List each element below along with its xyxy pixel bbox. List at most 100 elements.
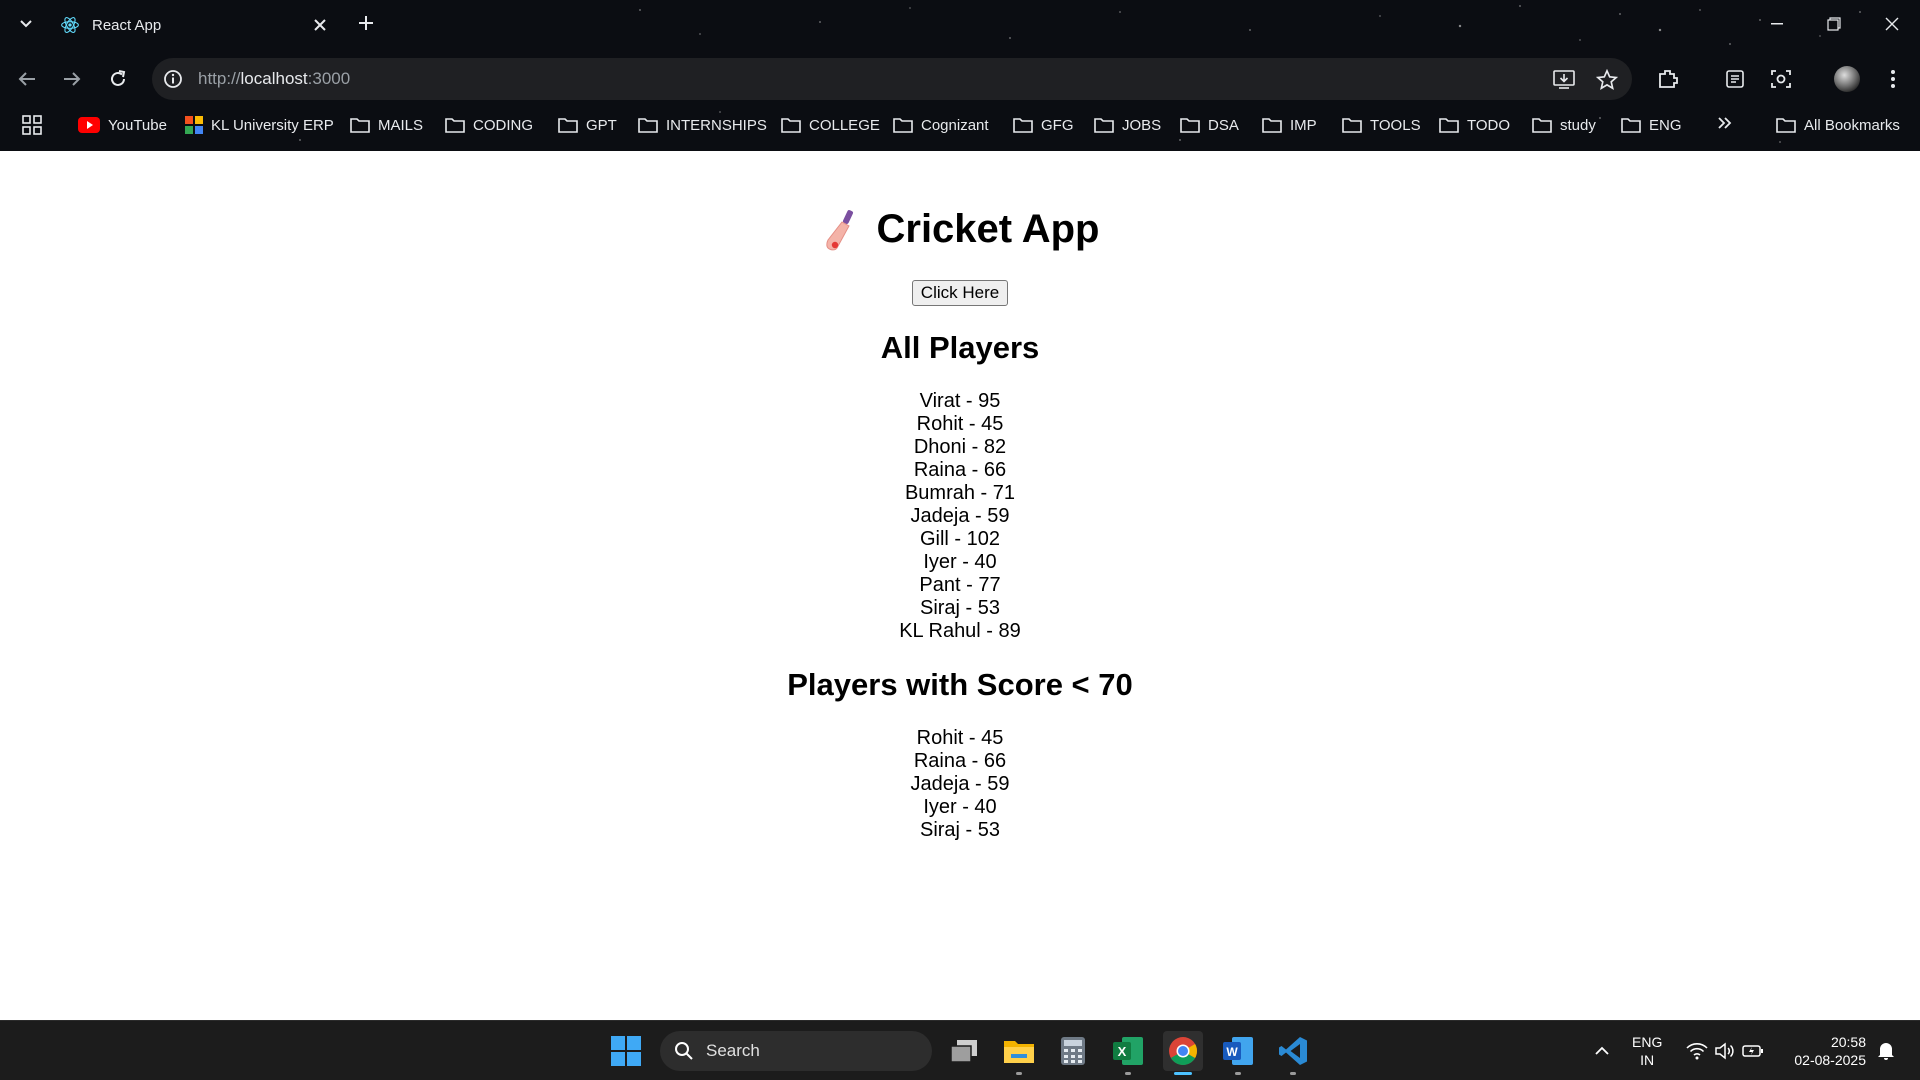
search-label: Search [706,1041,760,1060]
player-item: Jadeja - 59 [910,505,1010,527]
running-indicator [1290,1072,1296,1075]
input-language-indicator[interactable]: ENG IN [1632,1033,1662,1069]
bookmark-youtube[interactable]: YouTube [78,113,167,137]
bookmark-label: ENG [1649,116,1682,134]
extensions-icon[interactable] [1655,66,1681,92]
all-players-heading: All Players [880,330,1040,365]
word-icon[interactable]: W [1218,1031,1258,1075]
file-explorer-icon[interactable] [999,1031,1039,1075]
restore-icon [1827,17,1841,31]
bookmark-label: IMP [1290,116,1317,134]
chevron-up-icon [1595,1046,1609,1055]
apps-grid-icon[interactable] [22,115,42,135]
arrow-left-icon [18,72,35,86]
reading-list-icon[interactable] [1722,66,1748,92]
system-clock[interactable]: 20:58 02-08-2025 [1782,1033,1866,1069]
show-hidden-icons-button[interactable] [1582,1031,1622,1071]
bookmark-folder-todo[interactable]: TODO [1439,113,1510,137]
filtered-players-heading: Players with Score < 70 [787,667,1133,702]
bookmark-star-icon[interactable] [1595,68,1619,92]
player-item: Siraj - 53 [919,819,1001,841]
bookmark-folder-mails[interactable]: MAILS [350,113,423,137]
youtube-icon [78,117,100,133]
task-view-icon[interactable] [944,1031,984,1071]
bookmark-label: JOBS [1122,116,1162,134]
bookmark-folder-study[interactable]: study [1532,113,1596,137]
bookmark-label: study [1560,116,1596,134]
excel-icon[interactable]: X [1108,1031,1148,1075]
browser-toolbar: http://localhost:3000 [0,56,1920,102]
active-indicator [1174,1072,1192,1075]
notification-icon[interactable] [1870,1031,1902,1071]
folder-icon [558,118,578,133]
folder-icon [1532,118,1552,133]
quick-settings-button[interactable] [1680,1031,1770,1071]
svg-text:X: X [1118,1044,1127,1059]
player-item: Raina - 66 [913,750,1007,772]
forward-button[interactable] [57,64,87,94]
bookmark-label: GFG [1041,116,1074,134]
url-text[interactable]: http://localhost:3000 [198,69,350,89]
arrow-right-icon [64,72,81,86]
reload-button[interactable] [103,64,133,94]
minimize-button[interactable] [1757,8,1797,40]
bookmarks-bar: YouTube KL University ERP MAILS CODING G… [0,110,1920,140]
vscode-icon[interactable] [1273,1031,1313,1075]
bookmark-folder-dsa[interactable]: DSA [1180,113,1239,137]
lang-region: IN [1640,1052,1655,1068]
close-window-button[interactable] [1872,8,1912,40]
click-here-button[interactable]: Click Here [911,280,1009,306]
bookmark-folder-college[interactable]: COLLEGE [781,113,880,137]
bookmark-kl-erp[interactable]: KL University ERP [185,113,334,137]
close-tab-icon[interactable] [310,15,330,35]
taskbar-search[interactable]: Search [660,1031,932,1071]
search-icon [675,1042,693,1060]
bookmark-label: CODING [473,116,533,134]
address-bar[interactable]: http://localhost:3000 [152,58,1632,100]
folder-icon [445,118,465,133]
filtered-players-list: Rohit - 45 Raina - 66 Jadeja - 59 Iyer -… [0,727,1920,842]
profile-avatar[interactable] [1834,66,1860,92]
browser-chrome: React App http://localhost:3000 YouTube … [0,0,1920,151]
bookmark-label: MAILS [378,116,424,134]
lens-screenshot-icon[interactable] [1768,66,1794,92]
bookmarks-overflow-button[interactable] [1718,113,1732,134]
bookmark-label: Cognizant [921,116,989,134]
clock-time: 20:58 [1830,1034,1866,1050]
bookmark-folder-imp[interactable]: IMP [1262,113,1317,137]
url-port: :3000 [307,69,351,88]
chrome-icon[interactable] [1163,1031,1203,1075]
folder-icon [1013,118,1033,133]
bookmark-label: TODO [1467,116,1511,134]
restore-button[interactable] [1814,8,1854,40]
folder-icon [1094,118,1114,133]
bookmark-folder-internships[interactable]: INTERNSHIPS [638,113,767,137]
bookmark-folder-cognizant[interactable]: Cognizant [893,113,989,137]
site-info-icon[interactable] [162,68,184,90]
bookmark-folder-gfg[interactable]: GFG [1013,113,1074,137]
tab-react-app[interactable]: React App [50,8,340,42]
folder-icon [893,118,913,133]
more-menu-icon[interactable] [1880,66,1906,92]
bookmark-folder-gpt[interactable]: GPT [558,113,617,137]
folder-icon [1621,118,1641,133]
bookmark-folder-coding[interactable]: CODING [445,113,533,137]
windows-start-icon[interactable] [610,1035,642,1067]
player-item: Jadeja - 59 [910,773,1010,795]
clock-date: 02-08-2025 [1794,1052,1866,1068]
all-bookmarks-label: All Bookmarks [1804,116,1900,134]
bookmark-folder-tools[interactable]: TOOLS [1342,113,1421,137]
tab-search-button[interactable] [14,12,38,36]
back-button[interactable] [12,64,42,94]
folder-icon [1776,118,1796,133]
bookmark-folder-eng[interactable]: ENG [1621,113,1682,137]
all-bookmarks-button[interactable]: All Bookmarks [1776,113,1900,137]
calculator-icon[interactable] [1053,1031,1093,1071]
tab-title: React App [92,16,162,34]
install-app-icon[interactable] [1552,68,1576,92]
folder-icon [350,118,370,133]
bookmark-folder-jobs[interactable]: JOBS [1094,113,1161,137]
chevron-down-icon [20,20,32,28]
new-tab-button[interactable] [353,10,379,36]
player-item: Dhoni - 82 [913,436,1007,458]
